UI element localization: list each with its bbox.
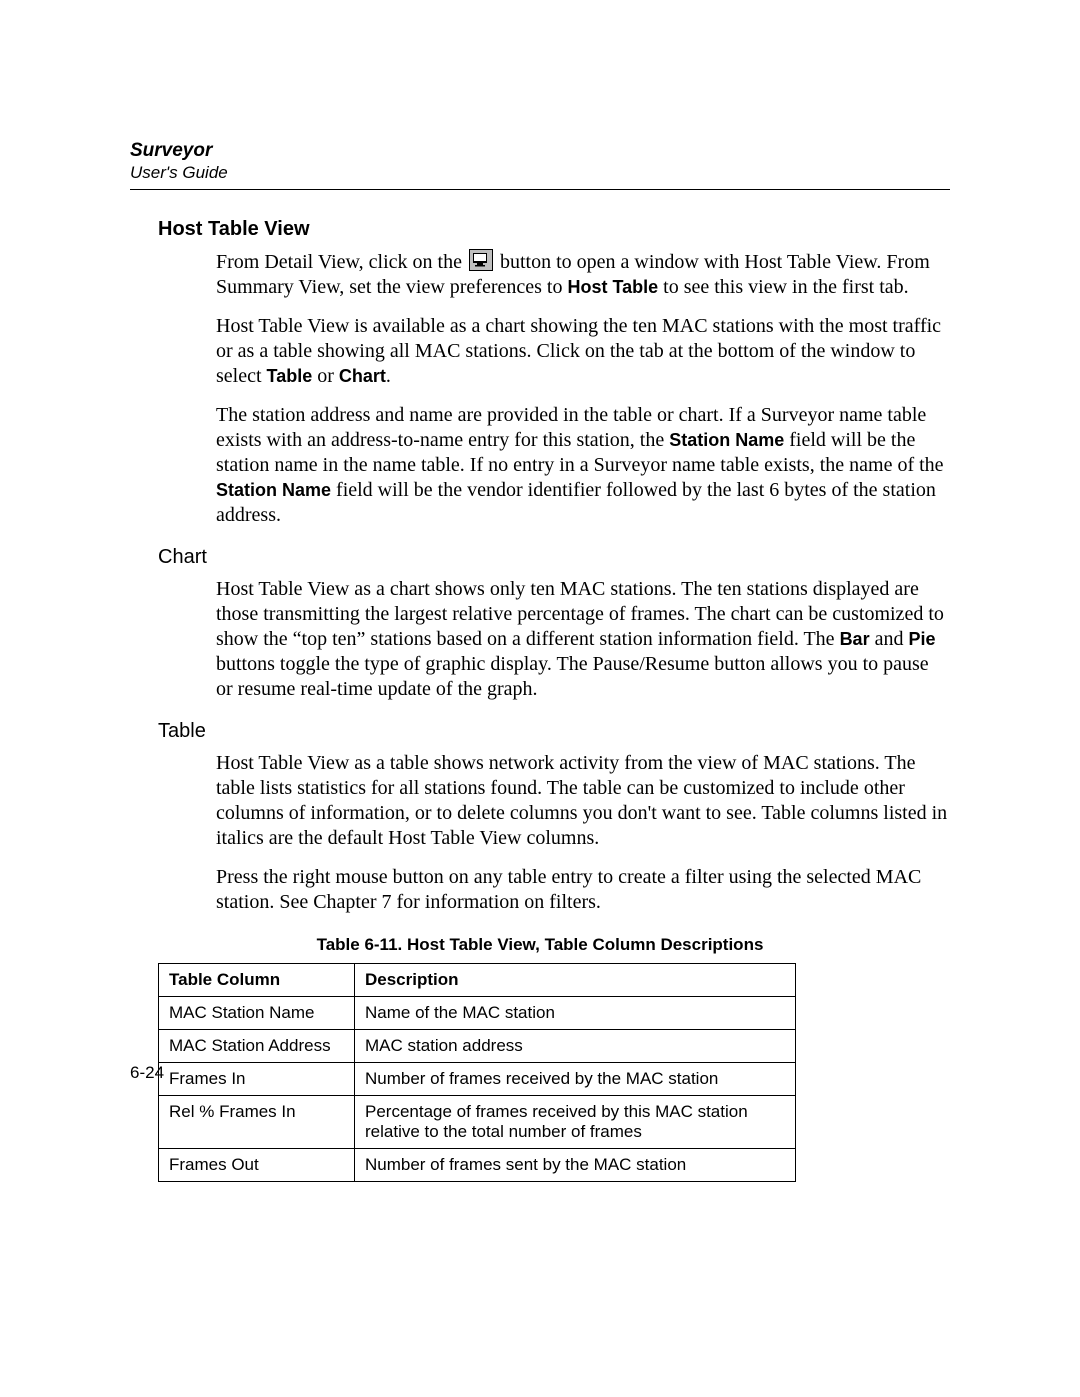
table-header-row: Table Column Description	[159, 964, 796, 997]
column-description-table: Table Column Description MAC Station Nam…	[158, 963, 796, 1182]
chart-body: Host Table View as a chart shows only te…	[216, 577, 950, 702]
text-span: From Detail View, click on the	[216, 251, 467, 273]
text-span: buttons toggle the type of graphic displ…	[216, 653, 929, 700]
ui-term-table: Table	[267, 366, 313, 386]
ui-term-chart: Chart	[339, 366, 386, 386]
document-type: User's Guide	[130, 163, 950, 183]
table-row: Frames In Number of frames received by t…	[159, 1063, 796, 1096]
page-header: Surveyor User's Guide	[130, 140, 950, 183]
intro-paragraph-1: From Detail View, click on the button to…	[216, 249, 950, 300]
section-title-host-table-view: Host Table View	[158, 218, 950, 241]
table-cell: Number of frames sent by the MAC station	[355, 1149, 796, 1182]
intro-paragraph-2: Host Table View is available as a chart …	[216, 314, 950, 389]
table-cell: Percentage of frames received by this MA…	[355, 1096, 796, 1149]
table-row: Frames Out Number of frames sent by the …	[159, 1149, 796, 1182]
page-number: 6-24	[130, 1063, 164, 1083]
table-cell: MAC Station Address	[159, 1030, 355, 1063]
ui-term-station-name: Station Name	[669, 430, 784, 450]
table-header-col2: Description	[355, 964, 796, 997]
subsection-heading-table: Table	[158, 720, 950, 743]
table-cell: Number of frames received by the MAC sta…	[355, 1063, 796, 1096]
subsection-heading-chart: Chart	[158, 546, 950, 569]
table-cell: Frames Out	[159, 1149, 355, 1182]
table-caption: Table 6-11. Host Table View, Table Colum…	[130, 935, 950, 955]
ui-term-bar: Bar	[840, 629, 870, 649]
chart-paragraph: Host Table View as a chart shows only te…	[216, 577, 950, 702]
ui-term-pie: Pie	[908, 629, 935, 649]
table-cell: Rel % Frames In	[159, 1096, 355, 1149]
table-row: MAC Station Name Name of the MAC station	[159, 997, 796, 1030]
intro-paragraph-3: The station address and name are provide…	[216, 403, 950, 528]
table-cell: MAC Station Name	[159, 997, 355, 1030]
text-span: Host Table View as a chart shows only te…	[216, 578, 944, 650]
ui-term-host-table: Host Table	[567, 277, 658, 297]
ui-term-station-name: Station Name	[216, 480, 331, 500]
section-body: From Detail View, click on the button to…	[216, 249, 950, 528]
product-name: Surveyor	[130, 140, 950, 163]
table-paragraph-2: Press the right mouse button on any tabl…	[216, 865, 950, 915]
host-table-view-button-icon	[469, 249, 493, 271]
text-span: and	[870, 628, 909, 650]
header-rule	[130, 189, 950, 190]
table-cell: MAC station address	[355, 1030, 796, 1063]
table-paragraph-1: Host Table View as a table shows network…	[216, 751, 950, 851]
table-cell: Frames In	[159, 1063, 355, 1096]
table-row: Rel % Frames In Percentage of frames rec…	[159, 1096, 796, 1149]
text-span: .	[386, 365, 391, 387]
table-cell: Name of the MAC station	[355, 997, 796, 1030]
text-span: or	[312, 365, 339, 387]
table-row: MAC Station Address MAC station address	[159, 1030, 796, 1063]
table-body: Host Table View as a table shows network…	[216, 751, 950, 915]
table-header-col1: Table Column	[159, 964, 355, 997]
text-span: to see this view in the first tab.	[658, 276, 909, 298]
document-page: Surveyor User's Guide Host Table View Fr…	[0, 0, 1080, 1397]
